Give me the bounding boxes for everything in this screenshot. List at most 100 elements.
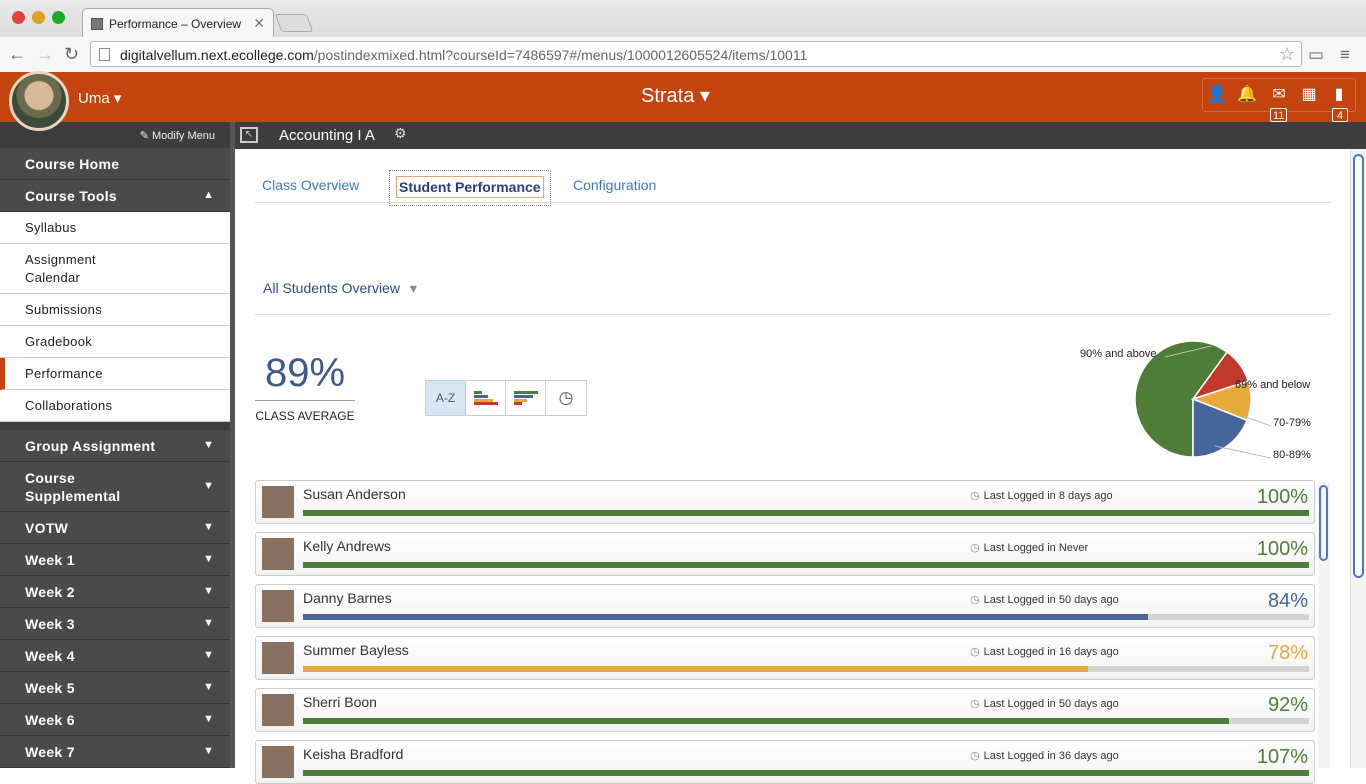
- sidebar-item-course-supplemental[interactable]: Course Supplemental ▼: [0, 462, 230, 512]
- sidebar-item-group-assignment[interactable]: Group Assignment ▼: [0, 430, 230, 462]
- browser-tab[interactable]: Performance – Overview ✕: [82, 8, 274, 37]
- student-name[interactable]: Danny Barnes: [303, 590, 392, 606]
- score-bar-fill: [303, 614, 1149, 620]
- sidebar-item-gradebook[interactable]: Gradebook: [0, 326, 230, 358]
- reload-icon[interactable]: ↻: [64, 44, 79, 65]
- app-name: Strata: [641, 85, 695, 107]
- clock-icon: ◷: [970, 490, 980, 502]
- last-logged: ◷ Last Logged in 50 days ago: [970, 697, 1119, 710]
- chevron-down-icon: ▼: [203, 713, 214, 725]
- sidebar-item-course-tools[interactable]: Course Tools ▲: [0, 180, 230, 212]
- tab-configuration[interactable]: Configuration: [573, 177, 656, 193]
- student-score: 92%: [1267, 694, 1308, 716]
- new-tab-button[interactable]: [274, 14, 314, 32]
- student-name[interactable]: Kelly Andrews: [303, 538, 391, 554]
- clock-icon: ◷: [970, 646, 980, 658]
- score-bar-fill: [303, 770, 1309, 776]
- menu-icon[interactable]: ≡: [1340, 45, 1350, 65]
- app-header: Uma ▾ Strata ▾ 👤 🔔 ✉ ▦ ▮ 11 4: [0, 71, 1366, 131]
- notifications-icon[interactable]: 🔔: [1237, 85, 1257, 105]
- close-tab-icon[interactable]: ✕: [253, 15, 265, 32]
- student-name[interactable]: Summer Bayless: [303, 642, 409, 658]
- cast-icon[interactable]: ▭: [1308, 45, 1324, 65]
- last-logged-text: Last Logged in 50 days ago: [983, 698, 1119, 710]
- course-bar: ↖ Accounting I A ⚙: [235, 122, 1366, 149]
- sidebar-item-votw[interactable]: VOTW ▼: [0, 512, 230, 544]
- profile-icon[interactable]: 👤: [1207, 85, 1227, 105]
- tab-student-performance[interactable]: Student Performance: [389, 170, 551, 206]
- app-switcher[interactable]: Strata ▾: [641, 83, 710, 108]
- sidebar-item-collaborations[interactable]: Collaborations: [0, 390, 230, 422]
- mail-icon[interactable]: ✉: [1269, 85, 1289, 105]
- chevron-down-icon: ▼: [203, 521, 214, 533]
- sidebar-item-week-2[interactable]: Week 2 ▼: [0, 576, 230, 608]
- user-menu[interactable]: Uma ▾: [78, 89, 121, 107]
- score-bar-fill: [303, 562, 1309, 568]
- score-bar: [303, 614, 1309, 620]
- forward-icon[interactable]: →: [36, 44, 54, 65]
- scroll-thumb[interactable]: [1319, 485, 1328, 561]
- sidebar-item-label: Week 1: [25, 552, 75, 568]
- student-list-scrollbar[interactable]: [1318, 482, 1330, 768]
- table-row[interactable]: Summer Bayless ◷ Last Logged in 16 days ag…: [255, 636, 1315, 680]
- sidebar-item-week-7[interactable]: Week 7 ▼: [0, 736, 230, 768]
- sidebar-item-performance[interactable]: Performance: [0, 358, 230, 390]
- student-score: 100%: [1256, 486, 1308, 508]
- clock-icon: ◷: [970, 594, 980, 606]
- score-bar: [303, 718, 1309, 724]
- back-icon[interactable]: ←: [8, 44, 26, 65]
- sidebar-item-label: VOTW: [25, 520, 69, 536]
- sidebar-item-assignment-calendar[interactable]: Assignment Calendar: [0, 244, 230, 294]
- sort-last-login-button[interactable]: ◷: [546, 381, 586, 415]
- chevron-down-icon: ▾: [409, 280, 417, 296]
- sidebar-item-week-1[interactable]: Week 1 ▼: [0, 544, 230, 576]
- page-scrollbar[interactable]: [1350, 149, 1366, 768]
- table-row[interactable]: Danny Barnes ◷ Last Logged in 50 days ago 8…: [255, 584, 1315, 628]
- student-filter-dropdown[interactable]: All Students Overview ▾: [263, 280, 417, 297]
- pie-label: 70-79%: [1273, 417, 1311, 429]
- address-bar[interactable]: digitalvellum.next.ecollege.com/postinde…: [90, 41, 1302, 67]
- student-name[interactable]: Keisha Bradford: [303, 746, 403, 762]
- last-logged-text: Last Logged in 50 days ago: [983, 594, 1119, 606]
- expand-icon[interactable]: ↖: [240, 127, 258, 143]
- zoom-window-icon[interactable]: [52, 11, 65, 24]
- tab-class-overview[interactable]: Class Overview: [262, 177, 359, 193]
- sidebar-item-week-4[interactable]: Week 4 ▼: [0, 640, 230, 672]
- sort-score-ascending-button[interactable]: [466, 381, 506, 415]
- student-photo: [262, 538, 294, 570]
- scroll-thumb[interactable]: [1353, 154, 1364, 578]
- document-icon[interactable]: ▮: [1329, 85, 1349, 105]
- sort-score-descending-button[interactable]: [506, 381, 546, 415]
- table-row[interactable]: Keisha Bradford ◷ Last Logged in 36 days a…: [255, 740, 1315, 784]
- sidebar-item-label: Week 7: [25, 744, 75, 760]
- sidebar-item-submissions[interactable]: Submissions: [0, 294, 230, 326]
- sidebar-item-syllabus[interactable]: Syllabus: [0, 212, 230, 244]
- avatar[interactable]: [9, 71, 69, 131]
- pie-leader-line: [1214, 445, 1272, 459]
- student-name[interactable]: Sherri Boon: [303, 694, 377, 710]
- clock-icon: ◷: [558, 388, 574, 407]
- chevron-down-icon: ▼: [203, 681, 214, 693]
- sidebar-item-week-5[interactable]: Week 5 ▼: [0, 672, 230, 704]
- gear-icon[interactable]: ⚙: [394, 125, 407, 142]
- sidebar-item-course-home[interactable]: Course Home: [0, 148, 230, 180]
- table-row[interactable]: Kelly Andrews ◷ Last Logged in Never 100%: [255, 532, 1315, 576]
- score-bar: [303, 562, 1309, 568]
- bookmark-star-icon[interactable]: ☆: [1279, 44, 1295, 65]
- close-window-icon[interactable]: [12, 11, 25, 24]
- sort-az-button[interactable]: A-Z: [426, 381, 466, 415]
- sort-az-label: A-Z: [435, 391, 456, 405]
- sidebar-item-week-6[interactable]: Week 6 ▼: [0, 704, 230, 736]
- dropdown-label: All Students Overview: [263, 280, 400, 296]
- student-name[interactable]: Susan Anderson: [303, 486, 406, 502]
- sidebar-item-label: Group Assignment: [25, 438, 156, 454]
- last-logged-text: Last Logged in 8 days ago: [983, 490, 1113, 502]
- sidebar-item-week-3[interactable]: Week 3 ▼: [0, 608, 230, 640]
- calendar-icon[interactable]: ▦: [1299, 85, 1319, 105]
- divider: [255, 202, 1331, 203]
- chevron-down-icon: ▾: [113, 90, 122, 107]
- last-logged-text: Last Logged in 16 days ago: [983, 646, 1119, 658]
- table-row[interactable]: Sherri Boon ◷ Last Logged in 50 days ago 92…: [255, 688, 1315, 732]
- minimize-window-icon[interactable]: [32, 11, 45, 24]
- table-row[interactable]: Susan Anderson ◷ Last Logged in 8 days ago…: [255, 480, 1315, 524]
